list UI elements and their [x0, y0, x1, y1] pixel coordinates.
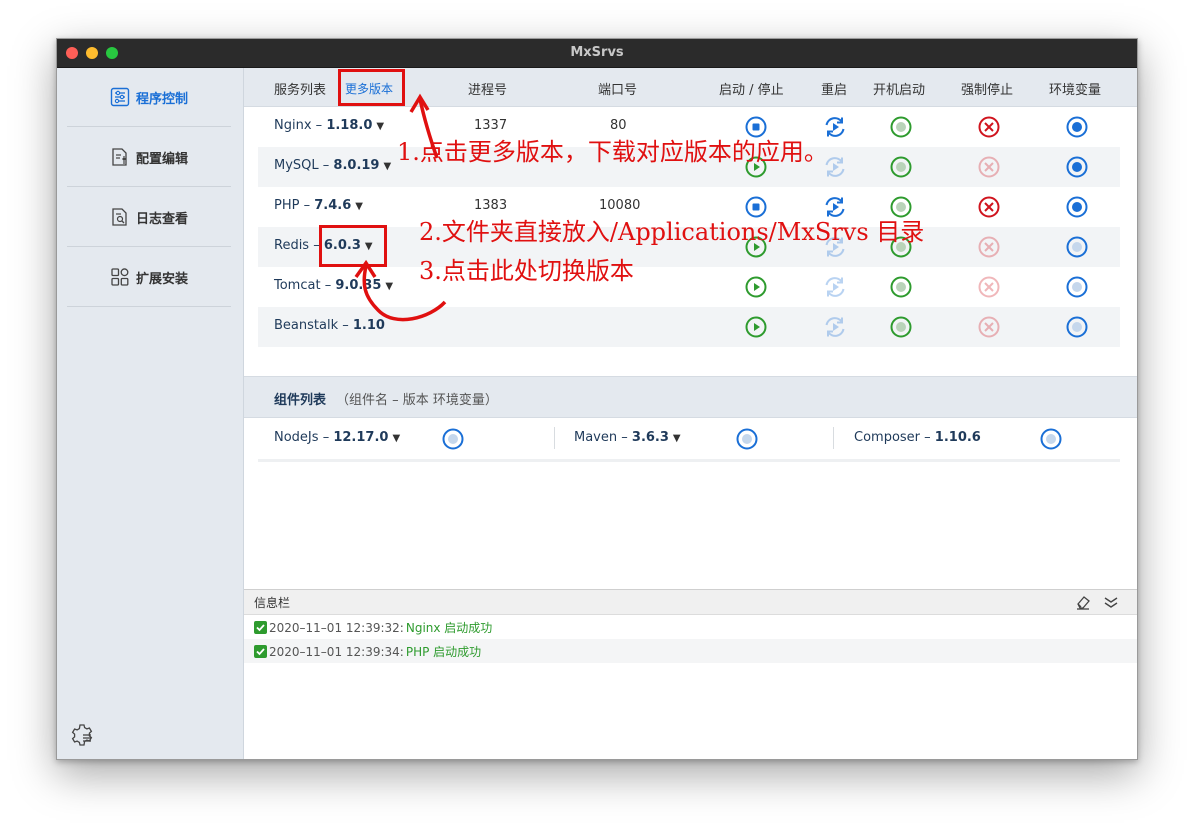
annotation-step-1: 1.点击更多版本，下载对应版本的应用。: [397, 138, 828, 166]
annotation-arrows: [354, 93, 447, 322]
annotation-step-2: 2.文件夹直接放入/Applications/MxSrvs 目录: [419, 218, 925, 246]
annotation-step-3: 3.点击此处切换版本: [419, 257, 634, 285]
